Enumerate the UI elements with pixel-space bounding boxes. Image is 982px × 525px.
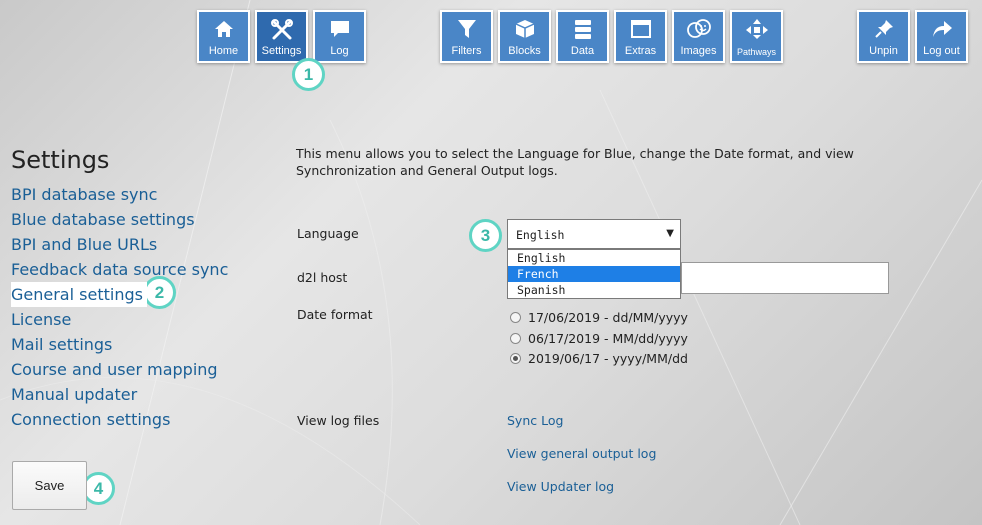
radio-button[interactable]: [510, 312, 521, 323]
sidebar-item-license[interactable]: License: [11, 307, 228, 332]
date-format-option-3[interactable]: 2019/06/17 - yyyy/MM/dd: [510, 350, 688, 367]
sidebar-item-course-and-user-mapping[interactable]: Course and user mapping: [11, 357, 228, 382]
window-icon: [630, 20, 651, 38]
home-icon: [214, 21, 233, 37]
database-icon: [574, 20, 591, 39]
dropdown-arrow-icon: ▼: [666, 228, 674, 239]
sidebar-item-connection-settings[interactable]: Connection settings: [11, 407, 228, 432]
date-format-label: Date format: [297, 307, 373, 322]
date-format-option-2[interactable]: 06/17/2019 - MM/dd/yyyy: [510, 330, 688, 347]
sidebar-item-general-settings[interactable]: General settings: [11, 282, 147, 307]
tools-icon: [270, 19, 293, 40]
language-select[interactable]: English ▼: [507, 219, 681, 249]
settings-label: Settings: [261, 45, 302, 57]
language-option-french[interactable]: French: [508, 266, 680, 282]
date-format-option-label: 2019/06/17 - yyyy/MM/dd: [528, 351, 688, 366]
intro-text: This menu allows you to select the Langu…: [296, 146, 854, 178]
images-label: Images: [680, 45, 717, 57]
radio-button[interactable]: [510, 333, 521, 344]
language-option-english[interactable]: English: [508, 250, 680, 266]
filters-button[interactable]: Filters: [440, 10, 493, 63]
speech-bubble-icon: [330, 21, 349, 37]
callout-badge-1: 1: [292, 58, 325, 91]
d2l-host-input[interactable]: [681, 262, 889, 294]
settings-button[interactable]: Settings: [255, 10, 308, 63]
save-button[interactable]: Save: [12, 461, 87, 510]
images-button[interactable]: Images: [672, 10, 725, 63]
arrows-icon: [745, 19, 768, 39]
logout-label: Log out: [923, 45, 960, 57]
view-log-files-label: View log files: [297, 413, 380, 428]
filters-label: Filters: [451, 45, 482, 57]
faces-icon: [686, 19, 711, 38]
filter-icon: [457, 20, 476, 38]
language-select-value: English: [516, 228, 565, 242]
blocks-label: Blocks: [508, 45, 541, 57]
data-button[interactable]: Data: [556, 10, 609, 63]
data-label: Data: [570, 45, 595, 57]
sidebar-item-feedback-data-source-sync[interactable]: Feedback data source sync: [11, 257, 228, 282]
log-button[interactable]: Log: [313, 10, 366, 63]
blocks-button[interactable]: Blocks: [498, 10, 551, 63]
sidebar-item-blue-database-settings[interactable]: Blue database settings: [11, 207, 228, 232]
sidebar-item-bpi-database-sync[interactable]: BPI database sync: [11, 182, 228, 207]
home-button[interactable]: Home: [197, 10, 250, 63]
home-label: Home: [208, 45, 239, 57]
callout-badge-3: 3: [469, 219, 502, 252]
cube-icon: [515, 20, 534, 38]
date-format-option-1[interactable]: 17/06/2019 - dd/MM/yyyy: [510, 309, 688, 326]
sidebar-item-manual-updater[interactable]: Manual updater: [11, 382, 228, 407]
sidebar-item-bpi-and-blue-urls[interactable]: BPI and Blue URLs: [11, 232, 228, 257]
share-arrow-icon: [932, 21, 952, 37]
pin-icon: [874, 20, 893, 38]
pathways-label: Pathways: [736, 47, 777, 57]
date-format-option-label: 06/17/2019 - MM/dd/yyyy: [528, 331, 688, 346]
pathways-button[interactable]: Pathways: [730, 10, 783, 63]
language-label: Language: [297, 226, 359, 241]
updater-log-link[interactable]: View Updater log: [507, 479, 614, 494]
unpin-label: Unpin: [869, 45, 898, 57]
settings-sidebar: BPI database sync Blue database settings…: [11, 182, 228, 432]
language-dropdown-list: English French Spanish: [507, 249, 681, 299]
log-label: Log: [330, 45, 349, 57]
general-output-log-link[interactable]: View general output log: [507, 446, 656, 461]
extras-button[interactable]: Extras: [614, 10, 667, 63]
date-format-option-label: 17/06/2019 - dd/MM/yyyy: [528, 310, 688, 325]
sidebar-item-mail-settings[interactable]: Mail settings: [11, 332, 228, 357]
host-label: d2l host: [297, 270, 348, 285]
logout-button[interactable]: Log out: [915, 10, 968, 63]
language-option-spanish[interactable]: Spanish: [508, 282, 680, 298]
extras-label: Extras: [624, 45, 657, 57]
radio-button-checked[interactable]: [510, 353, 521, 364]
unpin-button[interactable]: Unpin: [857, 10, 910, 63]
sync-log-link[interactable]: Sync Log: [507, 413, 563, 428]
page-title: Settings: [11, 146, 110, 174]
